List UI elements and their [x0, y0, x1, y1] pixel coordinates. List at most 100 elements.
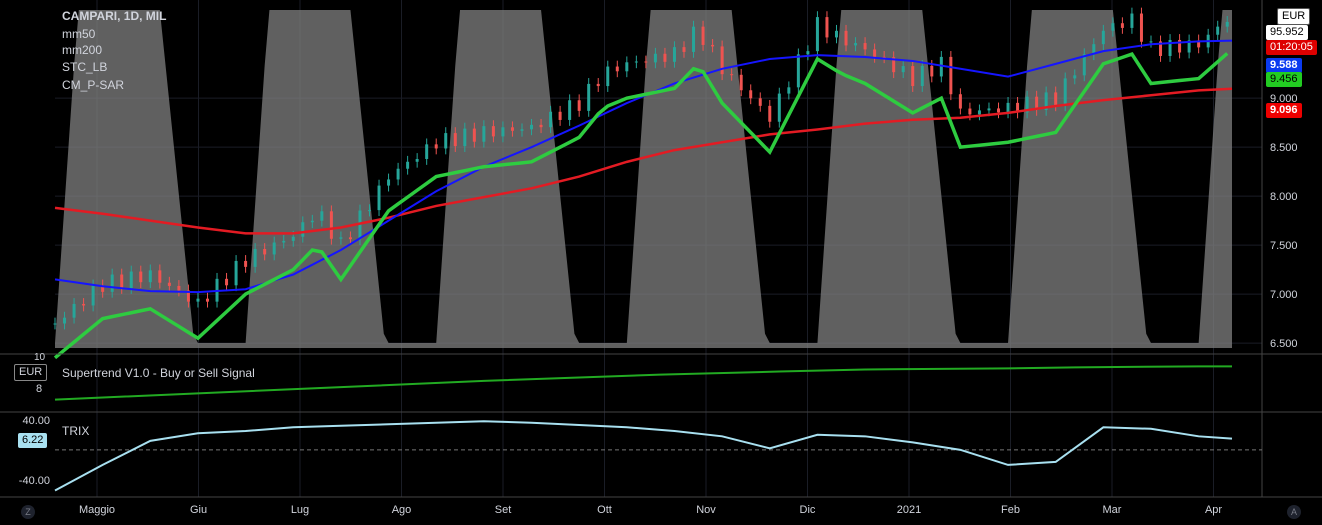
- y-tick-label: 7.000: [1270, 289, 1298, 301]
- candle-body: [491, 126, 495, 137]
- candle-body: [196, 298, 200, 302]
- candle-body: [606, 66, 610, 87]
- candle-body: [796, 54, 800, 88]
- countdown-badge: 01:20:05: [1266, 40, 1317, 55]
- x-tick-label: Apr: [1205, 504, 1222, 516]
- candle-body: [377, 185, 381, 211]
- candle-body: [1063, 78, 1067, 106]
- candle-body: [787, 87, 791, 94]
- legend-psar[interactable]: CM_P-SAR: [62, 78, 124, 92]
- candle-body: [958, 94, 962, 109]
- candle-body: [854, 43, 858, 46]
- trix-value-badge: 6.22: [18, 433, 48, 448]
- candle-body: [739, 74, 743, 91]
- candle-body: [453, 133, 457, 147]
- legend-mm50[interactable]: mm50: [62, 27, 95, 41]
- candle-body: [329, 211, 333, 239]
- trix-title[interactable]: TRIX: [62, 424, 89, 438]
- mm50-badge: 9.588: [1266, 58, 1302, 73]
- candle-body: [1054, 92, 1058, 106]
- candle-body: [1130, 13, 1134, 28]
- candle-body: [1139, 13, 1143, 42]
- candle-body: [1216, 26, 1220, 35]
- trix-y-tick: 40.00: [22, 415, 50, 427]
- candle-body: [844, 30, 848, 46]
- candle-body: [110, 274, 114, 292]
- supertrend-title[interactable]: Supertrend V1.0 - Buy or Sell Signal: [62, 366, 255, 380]
- supertrend-currency-badge[interactable]: EUR: [14, 364, 48, 381]
- candle-body: [653, 53, 657, 63]
- candle-body: [987, 108, 991, 111]
- legend-stc[interactable]: STC_LB: [62, 60, 107, 74]
- candle-body: [472, 128, 476, 142]
- candle-body: [568, 100, 572, 120]
- candle-body: [63, 317, 67, 324]
- candle-body: [72, 303, 76, 318]
- candle-body: [434, 144, 438, 149]
- candle-body: [510, 127, 514, 131]
- candle-body: [167, 282, 171, 286]
- candle-body: [406, 161, 410, 169]
- candle-body: [549, 111, 553, 128]
- candle-body: [672, 47, 676, 62]
- candle-body: [225, 278, 229, 286]
- candle-body: [930, 65, 934, 77]
- legend-mm200[interactable]: mm200: [62, 43, 102, 57]
- candle-body: [234, 260, 238, 286]
- x-tick-label: Dic: [800, 504, 816, 516]
- candle-body: [1111, 23, 1115, 31]
- candle-body: [520, 129, 524, 131]
- candle-body: [291, 236, 295, 241]
- x-tick-label: Lug: [291, 504, 309, 516]
- candle-body: [396, 168, 400, 180]
- candle-body: [91, 285, 95, 306]
- x-tick-label: Mar: [1103, 504, 1122, 516]
- x-tick-label: Nov: [696, 504, 716, 516]
- candle-body: [682, 47, 686, 52]
- candle-body: [596, 83, 600, 87]
- x-tick-label: Ott: [597, 504, 612, 516]
- y-tick-label: 6.500: [1270, 338, 1298, 350]
- candle-body: [873, 49, 877, 57]
- candle-body: [634, 61, 638, 63]
- candle-body: [177, 285, 181, 291]
- currency-badge[interactable]: EUR: [1277, 8, 1311, 25]
- candle-body: [310, 220, 314, 223]
- candle-body: [348, 237, 352, 240]
- candle-body: [711, 44, 715, 47]
- candle-body: [644, 61, 648, 63]
- x-tick-label: Maggio: [79, 504, 115, 516]
- candle-body: [253, 249, 257, 267]
- candle-body: [701, 26, 705, 45]
- trix-line: [54, 420, 1233, 492]
- candle-body: [1006, 102, 1010, 113]
- auto-scale-button[interactable]: A: [1287, 505, 1301, 519]
- trix-y-tick: -40.00: [19, 475, 50, 487]
- candle-body: [863, 43, 867, 50]
- candle-body: [272, 242, 276, 255]
- candle-body: [244, 260, 248, 267]
- psar-badge: 9.456: [1266, 72, 1302, 87]
- candle-body: [444, 133, 448, 149]
- chart-canvas[interactable]: 6.5007.0007.5008.0008.5009.000Maggio Giu L…: [0, 0, 1322, 525]
- candle-body: [1225, 21, 1229, 27]
- candle-body: [463, 128, 467, 147]
- x-tick-label: Ago: [392, 504, 412, 516]
- symbol-title: CAMPARI, 1D, MIL: [62, 9, 167, 23]
- candle-body: [997, 108, 1001, 113]
- candle-body: [920, 65, 924, 87]
- candle-body: [777, 93, 781, 122]
- candle-body: [205, 298, 209, 302]
- y-tick-label: 8.500: [1270, 142, 1298, 154]
- candle-body: [815, 17, 819, 52]
- candle-body: [82, 303, 86, 306]
- candle-body: [911, 66, 915, 87]
- candle-body: [129, 271, 133, 289]
- candle-body: [158, 270, 162, 283]
- candle-body: [148, 270, 152, 283]
- stc-area: [55, 10, 1232, 348]
- zoom-button[interactable]: Z: [21, 505, 35, 519]
- candle-body: [758, 98, 762, 106]
- candle-body: [339, 237, 343, 239]
- candle-body: [53, 323, 57, 325]
